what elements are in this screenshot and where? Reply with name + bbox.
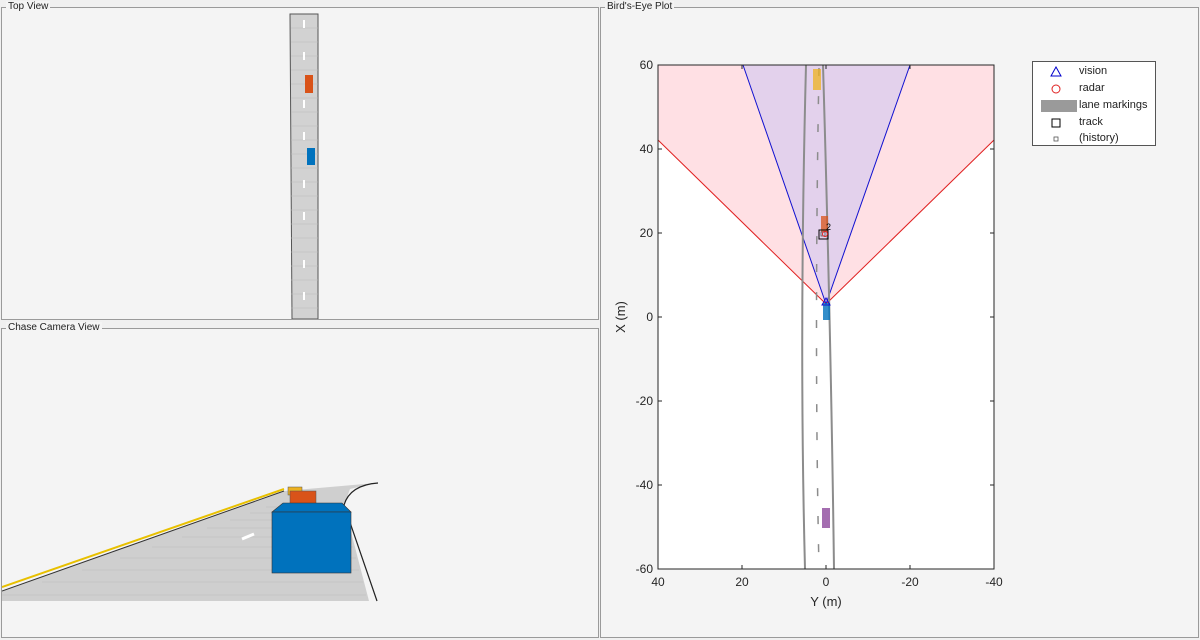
x-axis-label: Y (m): [810, 594, 842, 609]
y-tick-label: 20: [640, 226, 654, 240]
legend-item-lane-markings[interactable]: lane markings: [1033, 98, 1155, 114]
legend-item-track[interactable]: track: [1033, 115, 1155, 131]
top-view-scene[interactable]: [2, 8, 598, 319]
rear-vehicle-marker[interactable]: [822, 508, 830, 528]
legend-label: (history): [1079, 132, 1119, 144]
x-tick-label: -20: [901, 575, 919, 589]
top-lead-vehicle[interactable]: [305, 75, 313, 93]
birds-eye-panel: Bird's-Eye Plot 2 60 40 20 0 -20 -40 -60…: [600, 1, 1199, 638]
y-axis-label: X (m): [613, 301, 628, 333]
legend-label: track: [1079, 116, 1103, 128]
legend-item-vision[interactable]: vision: [1033, 64, 1155, 80]
square-icon: [1051, 118, 1061, 128]
legend-label: lane markings: [1079, 99, 1148, 111]
legend-item-history[interactable]: (history): [1033, 131, 1155, 147]
x-tick-label: -40: [985, 575, 1003, 589]
y-tick-label: -20: [636, 394, 654, 408]
legend-label: vision: [1079, 65, 1108, 77]
triangle-icon: [1050, 66, 1062, 77]
chase-camera-panel: Chase Camera View: [1, 322, 599, 638]
legend-item-radar[interactable]: radar: [1033, 81, 1155, 97]
y-tick-label: -60: [636, 562, 654, 576]
legend-label: radar: [1079, 82, 1105, 94]
top-view-panel: Top View: [1, 1, 599, 320]
bar-icon: [1041, 100, 1077, 112]
y-tick-label: 0: [646, 310, 653, 324]
chase-ego-vehicle[interactable]: [271, 511, 352, 574]
x-tick-label: 0: [823, 575, 830, 589]
chase-ego-roof: [271, 502, 352, 513]
plot-legend[interactable]: vision radar lane markings track (histor…: [1032, 61, 1156, 146]
y-tick-label: -40: [636, 478, 654, 492]
top-ego-vehicle[interactable]: [307, 148, 315, 165]
circle-icon: [1051, 84, 1061, 94]
ego-vehicle-marker[interactable]: [823, 303, 830, 320]
chase-camera-scene[interactable]: [2, 329, 598, 637]
small-square-icon: [1053, 136, 1059, 142]
track-id-label: 2: [826, 222, 831, 232]
far-vehicle-marker[interactable]: [813, 69, 821, 90]
y-tick-label: 60: [640, 58, 654, 72]
x-tick-label: 40: [651, 575, 665, 589]
y-tick-label: 40: [640, 142, 654, 156]
x-tick-label: 20: [735, 575, 749, 589]
